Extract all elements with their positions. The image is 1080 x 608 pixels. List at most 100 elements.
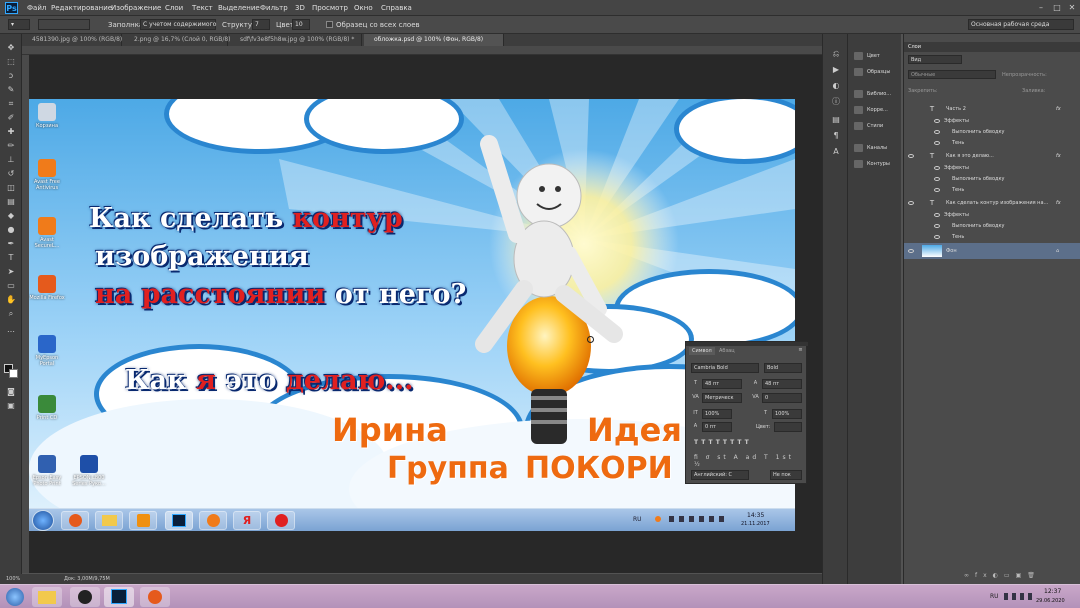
brush-tool-icon[interactable]: ✏ bbox=[5, 140, 17, 151]
text-color-swatch[interactable] bbox=[774, 422, 802, 432]
panel-button[interactable]: Стили bbox=[852, 120, 902, 132]
tracking-input[interactable]: 0 bbox=[762, 393, 802, 403]
clock-date[interactable]: 29.06.2020 bbox=[1036, 598, 1065, 604]
panel-button[interactable]: Образцы bbox=[852, 66, 902, 78]
menu-item[interactable]: Файл bbox=[27, 4, 46, 12]
menu-item[interactable]: Текст bbox=[192, 4, 213, 12]
effect-eye-icon[interactable] bbox=[934, 235, 940, 239]
menu-item[interactable]: Справка bbox=[381, 4, 412, 12]
panel-button[interactable]: Контуры bbox=[852, 158, 902, 170]
mode-buttons[interactable] bbox=[38, 19, 90, 30]
menu-item[interactable]: Просмотр bbox=[312, 4, 348, 12]
workspace-select[interactable]: Основная рабочая среда bbox=[968, 19, 1074, 30]
layer-row[interactable]: Фон ⌂ bbox=[904, 243, 1080, 259]
hand-tool-icon[interactable]: ✋ bbox=[5, 294, 17, 305]
effect-eye-icon[interactable] bbox=[934, 119, 940, 123]
font-family-select[interactable]: Cambria Bold bbox=[691, 363, 759, 373]
explorer-icon[interactable] bbox=[32, 587, 62, 607]
actions-panel-icon[interactable]: ▶ bbox=[830, 64, 842, 75]
visibility-eye-icon[interactable] bbox=[908, 201, 914, 205]
tab-character[interactable]: Символ bbox=[689, 347, 715, 355]
vertical-scale-input[interactable]: 100% bbox=[702, 409, 732, 419]
type-style-buttons[interactable]: TTTTTTTT bbox=[694, 439, 802, 448]
background-color-swatch[interactable] bbox=[9, 369, 18, 378]
stamp-tool-icon[interactable]: ⊥ bbox=[5, 154, 17, 165]
character-panel-icon[interactable]: A bbox=[830, 146, 842, 157]
structure-input[interactable]: 7 bbox=[252, 19, 270, 30]
visibility-eye-icon[interactable] bbox=[908, 154, 914, 158]
effect-row[interactable]: Тень bbox=[904, 138, 1080, 149]
leading-input[interactable]: 48 пт bbox=[762, 379, 802, 389]
eraser-tool-icon[interactable]: ◫ bbox=[5, 182, 17, 193]
effect-row[interactable]: Тень bbox=[904, 232, 1080, 243]
info-panel-icon[interactable]: ⓘ bbox=[830, 96, 842, 107]
antialias-select[interactable]: Не пок bbox=[770, 470, 802, 480]
type-tool-icon[interactable]: T bbox=[5, 252, 17, 263]
minimize-icon[interactable]: – bbox=[1034, 2, 1048, 13]
effect-row[interactable]: Выполнить обводку bbox=[904, 174, 1080, 185]
panel-button[interactable]: Корре... bbox=[852, 104, 902, 116]
effect-eye-icon[interactable] bbox=[934, 224, 940, 228]
history-panel-icon[interactable]: ⎌ bbox=[830, 48, 842, 59]
dodge-tool-icon[interactable]: ● bbox=[5, 224, 17, 235]
menu-item[interactable]: Фильтр bbox=[260, 4, 288, 12]
tool-preset-picker[interactable]: ▾ bbox=[8, 19, 30, 30]
color-input[interactable]: 10 bbox=[292, 19, 310, 30]
notes-panel-icon[interactable]: ▤ bbox=[830, 114, 842, 125]
adjustments-panel-icon[interactable]: ◐ bbox=[830, 80, 842, 91]
paragraph-panel-icon[interactable]: ¶ bbox=[830, 130, 842, 141]
layer-row[interactable]: T Как я это делаю... fx bbox=[904, 149, 1080, 163]
effects-icon[interactable]: fx bbox=[1056, 200, 1061, 206]
blend-mode-select[interactable]: Обычные bbox=[908, 70, 996, 79]
menu-item[interactable]: Выделение bbox=[218, 4, 260, 12]
effects-icon[interactable]: fx bbox=[1056, 106, 1061, 112]
effect-eye-icon[interactable] bbox=[934, 213, 940, 217]
effect-row[interactable]: Выполнить обводку bbox=[904, 221, 1080, 232]
panel-button[interactable]: Каналы bbox=[852, 142, 902, 154]
tray-icons[interactable] bbox=[1004, 593, 1032, 600]
firefox-icon[interactable] bbox=[140, 587, 170, 607]
layer-row[interactable]: T Часть 2 fx bbox=[904, 102, 1080, 116]
document-tab[interactable]: обложка.psd @ 100% (Фон, RGB/8) bbox=[364, 34, 504, 46]
effect-row[interactable]: Эффекты bbox=[904, 210, 1080, 221]
effect-eye-icon[interactable] bbox=[934, 177, 940, 181]
effect-eye-icon[interactable] bbox=[934, 166, 940, 170]
blur-tool-icon[interactable]: ◆ bbox=[5, 210, 17, 221]
horizontal-scale-input[interactable]: 100% bbox=[772, 409, 802, 419]
document-tab[interactable]: 2.png @ 16,7% (Слой 0, RGB/8) bbox=[124, 34, 231, 46]
quick-mask-icon[interactable]: ◙ bbox=[5, 386, 17, 397]
path-select-tool-icon[interactable]: ➤ bbox=[5, 266, 17, 277]
zoom-tool-icon[interactable]: ⌕ bbox=[5, 308, 17, 319]
menu-item[interactable]: Слои bbox=[165, 4, 183, 12]
font-size-input[interactable]: 48 пт bbox=[702, 379, 742, 389]
close-icon[interactable]: ✕ bbox=[1065, 2, 1079, 13]
media-player-icon[interactable] bbox=[70, 587, 100, 607]
quick-select-tool-icon[interactable]: ✎ bbox=[5, 84, 17, 95]
windows-start-icon[interactable] bbox=[6, 588, 24, 606]
layer-row[interactable]: T Как сделать контур изображения на... fx bbox=[904, 196, 1080, 210]
sample-select[interactable]: С учетом содержимого bbox=[140, 19, 216, 30]
menu-item[interactable]: Окно bbox=[354, 4, 373, 12]
effect-row[interactable]: Тень bbox=[904, 185, 1080, 196]
panel-grip[interactable] bbox=[686, 342, 808, 346]
panel-menu-icon[interactable]: ≡ bbox=[796, 346, 805, 355]
lasso-tool-icon[interactable]: ↄ bbox=[5, 70, 17, 81]
menu-item[interactable]: 3D bbox=[295, 4, 305, 12]
effect-row[interactable]: Эффекты bbox=[904, 163, 1080, 174]
font-style-select[interactable]: Bold bbox=[764, 363, 802, 373]
layer-footer-buttons[interactable]: ∞fx◐▭▣🗑 bbox=[964, 572, 1074, 580]
document-tab[interactable]: sdf\fv3e8f5h8w.jpg @ 100% (RGB/8) * bbox=[230, 34, 362, 46]
pen-tool-icon[interactable]: ✒ bbox=[5, 238, 17, 249]
visibility-eye-icon[interactable] bbox=[908, 249, 914, 253]
language-select[interactable]: Английский: С bbox=[691, 470, 749, 480]
effect-eye-icon[interactable] bbox=[934, 141, 940, 145]
tab-layers[interactable]: Слои bbox=[908, 44, 921, 50]
layer-filter-select[interactable]: Вид bbox=[908, 55, 962, 64]
screen-mode-icon[interactable]: ▣ bbox=[5, 400, 17, 411]
more-tools-icon[interactable]: … bbox=[5, 324, 17, 335]
healing-tool-icon[interactable]: ✚ bbox=[5, 126, 17, 137]
opentype-buttons[interactable]: ﬁ ơ st A ad T 1st ½ bbox=[694, 454, 802, 468]
tray-lang[interactable]: RU bbox=[990, 593, 999, 600]
effect-row[interactable]: Выполнить обводку bbox=[904, 127, 1080, 138]
effect-row[interactable]: Эффекты bbox=[904, 116, 1080, 127]
